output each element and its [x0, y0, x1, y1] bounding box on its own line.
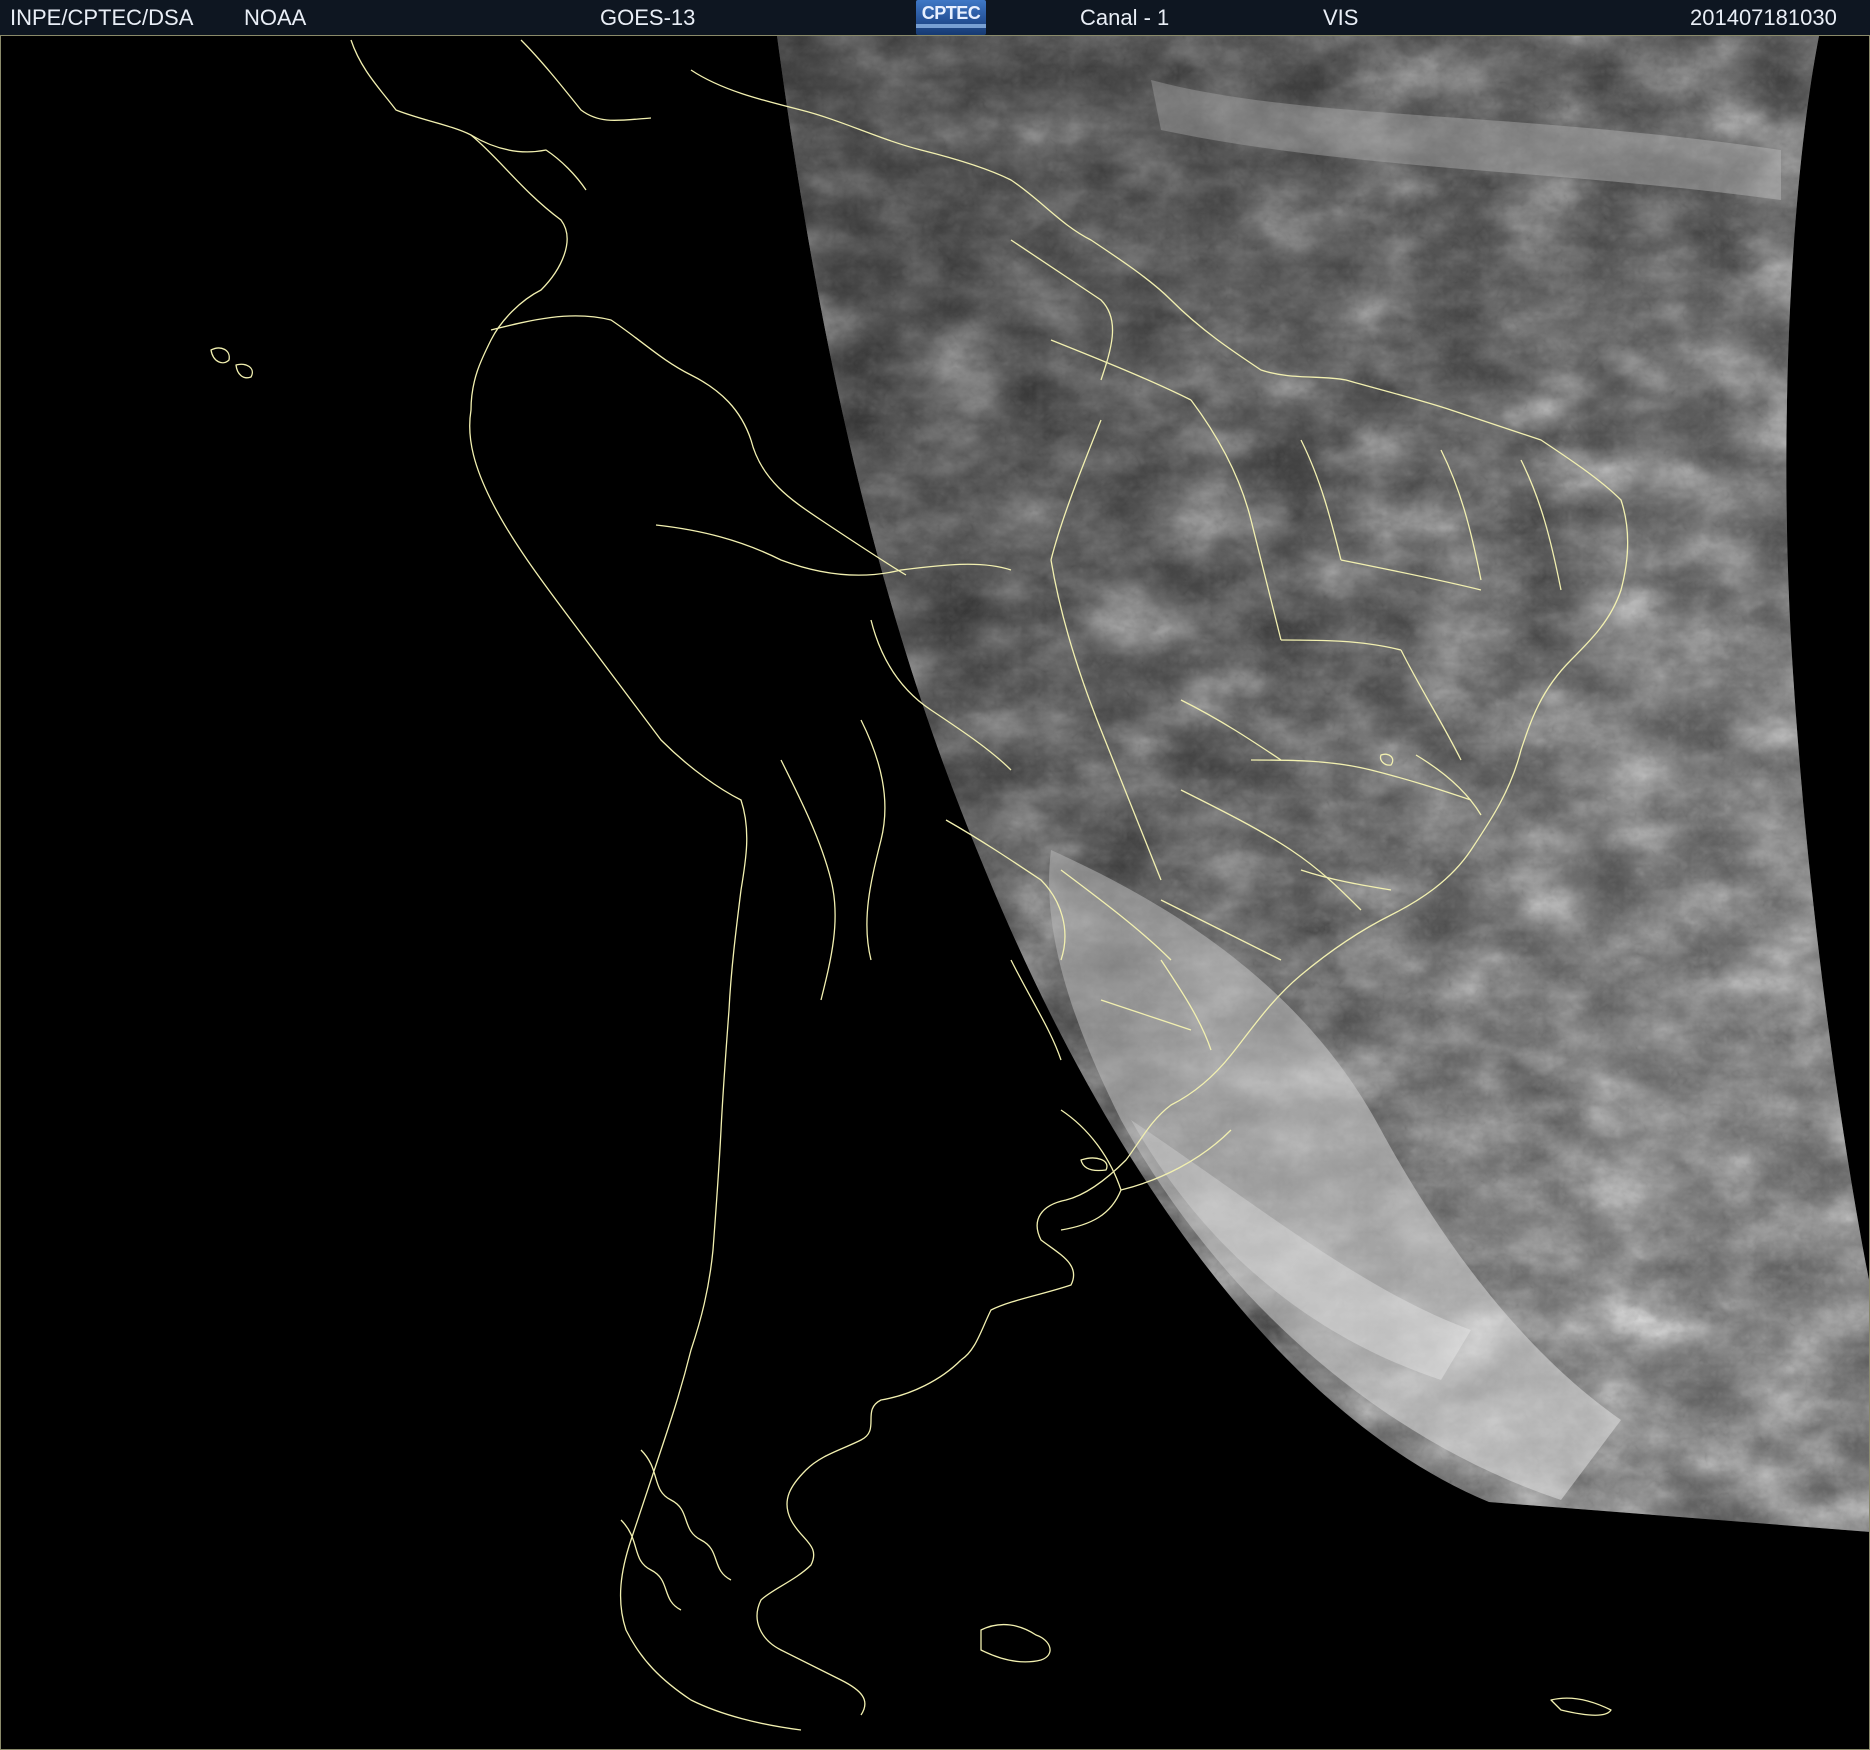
logo-underline: [916, 24, 986, 28]
header-bar: INPE/CPTEC/DSA NOAA GOES-13 CPTEC Canal …: [0, 0, 1870, 36]
band-label: VIS: [1323, 5, 1359, 30]
cloud-imagery: [777, 36, 1869, 1532]
agency-label: INPE/CPTEC/DSA: [10, 5, 194, 30]
timestamp-label: 201407181030: [1690, 5, 1837, 30]
map-canvas: [210, 36, 1869, 1731]
satellite-map[interactable]: [0, 36, 1870, 1750]
satellite-label: GOES-13: [600, 5, 696, 30]
logo-text: CPTEC: [921, 3, 981, 23]
cptec-logo: CPTEC: [916, 0, 986, 35]
operator-label: NOAA: [244, 5, 307, 30]
channel-label: Canal - 1: [1080, 5, 1170, 30]
